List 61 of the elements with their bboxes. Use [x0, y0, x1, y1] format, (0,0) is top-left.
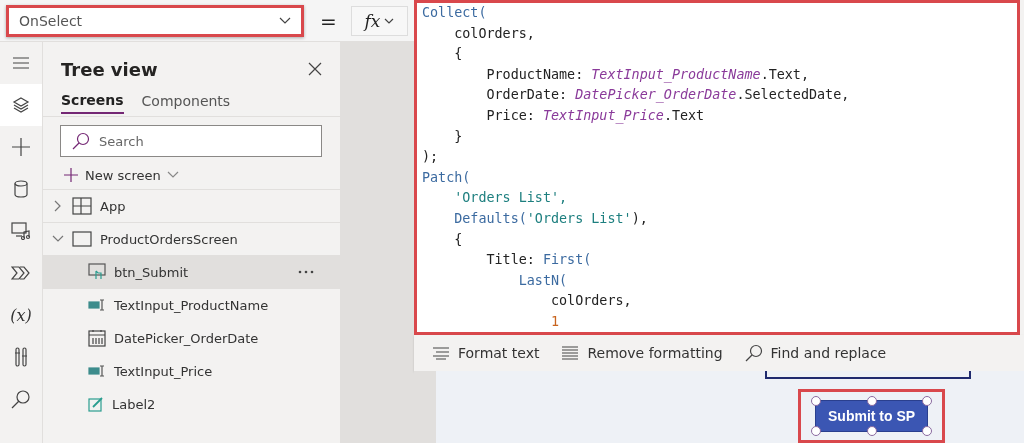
- more-icon[interactable]: [298, 270, 314, 274]
- equals-sign: =: [319, 8, 337, 33]
- tree-item[interactable]: Label2: [43, 388, 340, 421]
- plus-icon: [63, 167, 79, 183]
- panel-title: Tree view: [61, 58, 158, 80]
- calendar-icon: [88, 329, 106, 347]
- code-line: Patch(: [422, 168, 472, 187]
- tools-icon[interactable]: [14, 347, 28, 367]
- label-icon: [88, 396, 104, 412]
- tree-item[interactable]: btn_Submit: [43, 256, 340, 289]
- text-input-icon: [88, 364, 106, 378]
- tree-item[interactable]: DatePicker_OrderDate: [43, 322, 340, 355]
- text-lines-icon: [432, 346, 450, 361]
- code-line: colOrders,: [550, 292, 633, 311]
- toolbar-button[interactable]: Remove formatting: [561, 345, 723, 362]
- double-chevron-icon[interactable]: [11, 265, 31, 281]
- close-icon[interactable]: [308, 62, 322, 76]
- lines-icon: [561, 346, 580, 361]
- app-icon: [72, 197, 92, 215]
- formula-editor[interactable]: [414, 0, 1020, 336]
- button-icon: [88, 263, 106, 281]
- tree-item[interactable]: TextInput_Price: [43, 355, 340, 388]
- code-line: 'Orders List',: [453, 189, 569, 208]
- code-line: {: [453, 230, 464, 249]
- code-line: ProductName: TextInput_ProductName.Text,: [485, 65, 810, 85]
- screen-icon: [72, 231, 92, 247]
- code-line: colOrders,: [453, 24, 536, 43]
- new-screen-button[interactable]: New screen: [63, 163, 179, 187]
- property-dropdown[interactable]: OnSelect: [6, 4, 304, 37]
- toolbar-button[interactable]: Format text: [432, 345, 540, 362]
- media-icon[interactable]: [11, 222, 31, 240]
- layers-icon[interactable]: [12, 96, 30, 114]
- code-line: Title: First(: [485, 251, 593, 270]
- search-icon: [72, 132, 90, 150]
- tab[interactable]: Screens: [61, 92, 124, 114]
- plus-icon[interactable]: [11, 137, 31, 157]
- code-line: Price: TextInput_Price.Text: [485, 106, 706, 126]
- code-line: Defaults('Orders List'),: [453, 209, 649, 228]
- code-line: );: [422, 148, 440, 167]
- search-icon: [744, 344, 763, 363]
- code-line: OrderDate: DatePicker_OrderDate.SelectedDate,: [485, 86, 851, 105]
- search-icon[interactable]: [11, 389, 31, 409]
- code-line: Collect(: [422, 4, 488, 22]
- function-button[interactable]: fx: [350, 5, 408, 36]
- text-input-icon: [88, 298, 106, 312]
- code-line: }: [453, 127, 464, 146]
- search-field[interactable]: Search: [60, 125, 322, 157]
- cylinder-icon[interactable]: [14, 180, 28, 198]
- code-line: {: [453, 45, 464, 64]
- rail-tab[interactable]: [0, 84, 42, 126]
- chevron-down-icon: [278, 16, 291, 25]
- toolbar-button[interactable]: Find and replace: [744, 344, 887, 363]
- code-line: LastN(: [517, 271, 569, 290]
- input-field[interactable]: [765, 371, 971, 379]
- tree-item[interactable]: TextInput_ProductName: [43, 289, 340, 322]
- variables-icon[interactable]: (x): [10, 305, 32, 325]
- code-line: 1: [550, 312, 561, 331]
- chevron-down-icon: [384, 17, 395, 24]
- tree-item[interactable]: App: [43, 190, 340, 223]
- chevron-down-icon: [166, 171, 179, 179]
- tab[interactable]: Components: [141, 92, 231, 114]
